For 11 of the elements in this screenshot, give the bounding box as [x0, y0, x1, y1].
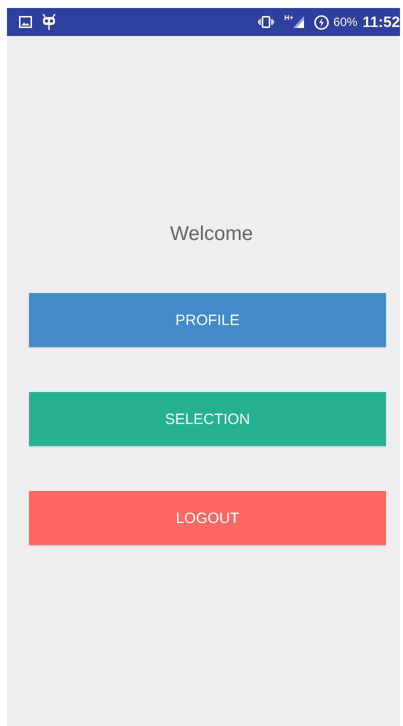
clock-time: 11:52 [362, 14, 400, 30]
welcome-title: Welcome [169, 223, 254, 246]
vibrate-icon [258, 16, 274, 28]
signal-icon [293, 16, 304, 28]
menu-button[interactable]: PROFILE [29, 293, 386, 347]
menu-button[interactable]: SELECTION [29, 392, 386, 446]
robot-icon [42, 14, 56, 30]
image-icon [19, 16, 32, 28]
menu-button[interactable]: LOGOUT [29, 491, 386, 545]
battery-charging-icon [314, 14, 330, 30]
battery-percentage: 60% [333, 15, 358, 29]
